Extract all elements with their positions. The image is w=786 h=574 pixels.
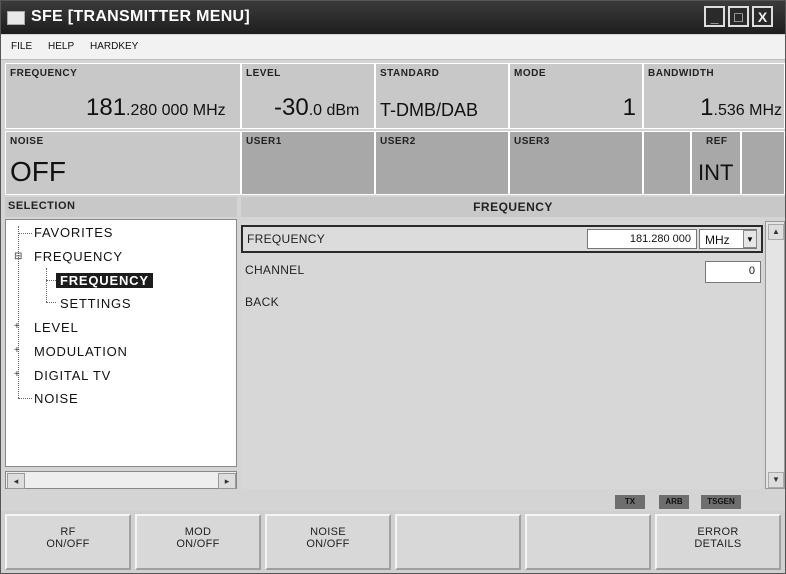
menu-hardkey[interactable]: HARDKEY — [90, 41, 138, 52]
ref-label: REF — [706, 136, 728, 147]
frequency-unit-value: MHz — [705, 233, 730, 247]
level-value: -30.0 dBm — [274, 94, 360, 121]
rf-onoff-button[interactable]: RF ON/OFF — [5, 514, 131, 570]
tree-item-noise[interactable]: NOISE — [34, 391, 78, 406]
scroll-down-icon[interactable]: ▼ — [768, 472, 784, 488]
softkey-bar: RF ON/OFF MOD ON/OFF NOISE ON/OFF ERROR DETA… — [1, 511, 785, 573]
scroll-up-icon[interactable]: ▲ — [768, 224, 784, 240]
menu-file[interactable]: FILE — [11, 41, 32, 52]
frequency-input[interactable]: 181.280 000 — [587, 229, 697, 249]
menu-help[interactable]: HELP — [48, 41, 74, 52]
scroll-right-icon[interactable]: ▸ — [218, 473, 236, 489]
standard-panel[interactable]: STANDARD T-DMB/DAB — [375, 63, 509, 129]
tree-line — [46, 280, 56, 281]
tree-line — [46, 268, 47, 302]
channel-input[interactable]: 0 — [705, 261, 761, 283]
bandwidth-value: 1.536 MHz — [700, 94, 782, 121]
minimize-icon[interactable]: _ — [704, 6, 725, 27]
title-bar[interactable]: SFE [TRANSMITTER MENU] _ □ X — [1, 1, 785, 34]
tree-item-frequency-sub[interactable]: FREQUENCY — [56, 273, 153, 288]
tree-item-level[interactable]: LEVEL — [34, 320, 78, 335]
user3-panel[interactable]: USER3 — [509, 131, 643, 195]
tree-item-digital-tv[interactable]: DIGITAL TV — [34, 368, 111, 383]
tree-item-favorites[interactable]: FAVORITES — [34, 225, 113, 240]
expand-icon[interactable]: + — [14, 321, 20, 332]
level-label: LEVEL — [246, 68, 281, 79]
frequency-settings-panel: FREQUENCY 181.280 000 MHz ▼ CHANNEL 0 BA… — [241, 221, 763, 489]
blank-panel — [643, 131, 691, 195]
tree-line — [46, 302, 56, 303]
maximize-icon[interactable]: □ — [728, 6, 749, 27]
transmitter-window: SFE [TRANSMITTER MENU] _ □ X FILE HELP H… — [0, 0, 786, 574]
bandwidth-label: BANDWIDTH — [648, 68, 715, 79]
frequency-row[interactable]: FREQUENCY 181.280 000 MHz ▼ — [241, 225, 763, 253]
arb-indicator: ARB — [659, 495, 689, 509]
content-header: FREQUENCY — [241, 197, 785, 217]
close-icon[interactable]: X — [752, 6, 773, 27]
noise-onoff-button[interactable]: NOISE ON/OFF — [265, 514, 391, 570]
frequency-row-label: FREQUENCY — [247, 232, 326, 246]
error-details-button[interactable]: ERROR DETAILS — [655, 514, 781, 570]
blank-panel-right — [741, 131, 785, 195]
back-item[interactable]: BACK — [245, 295, 279, 309]
user1-panel[interactable]: USER1 — [241, 131, 375, 195]
mode-value: 1 — [622, 94, 636, 121]
tree-line — [18, 233, 32, 234]
tree-horizontal-scrollbar[interactable]: ◂ ▸ — [5, 471, 237, 489]
user3-label: USER3 — [514, 136, 550, 147]
noise-value: OFF — [10, 156, 66, 187]
user1-label: USER1 — [246, 136, 282, 147]
mode-panel[interactable]: MODE 1 — [509, 63, 643, 129]
tree-item-frequency[interactable]: FREQUENCY — [34, 249, 123, 264]
standard-label: STANDARD — [380, 68, 440, 79]
tree-line — [18, 398, 32, 399]
frequency-panel[interactable]: FREQUENCY 181.280 000 MHz — [5, 63, 241, 129]
menu-bar: FILE HELP HARDKEY — [1, 35, 785, 60]
softkey-5-button[interactable] — [525, 514, 651, 570]
frequency-label: FREQUENCY — [10, 68, 78, 79]
selection-tree[interactable]: FAVORITES ⊟ FREQUENCY FREQUENCY SETTINGS… — [5, 219, 237, 467]
channel-row-label: CHANNEL — [245, 263, 305, 277]
bandwidth-panel[interactable]: BANDWIDTH 1.536 MHz — [643, 63, 785, 129]
tree-item-modulation[interactable]: MODULATION — [34, 344, 128, 359]
mode-label: MODE — [514, 68, 546, 79]
ref-value: INT — [698, 160, 734, 185]
user2-label: USER2 — [380, 136, 416, 147]
scroll-left-icon[interactable]: ◂ — [7, 473, 25, 489]
tree-item-settings[interactable]: SETTINGS — [60, 296, 131, 311]
tx-indicator: TX — [615, 495, 645, 509]
noise-panel[interactable]: NOISE OFF — [5, 131, 241, 195]
softkey-4-button[interactable] — [395, 514, 521, 570]
content-vertical-scrollbar[interactable]: ▲ ▼ — [765, 221, 785, 489]
user2-panel[interactable]: USER2 — [375, 131, 509, 195]
level-panel[interactable]: LEVEL -30.0 dBm — [241, 63, 375, 129]
noise-label: NOISE — [10, 136, 44, 147]
expand-icon[interactable]: + — [14, 345, 20, 356]
window-title: SFE [TRANSMITTER MENU] — [31, 8, 251, 25]
selection-header: SELECTION — [5, 197, 237, 217]
collapse-icon[interactable]: ⊟ — [14, 251, 22, 262]
frequency-value: 181.280 000 MHz — [86, 94, 226, 121]
standard-value: T-DMB/DAB — [380, 100, 479, 120]
app-icon — [7, 11, 25, 25]
ref-panel[interactable]: REF INT — [691, 131, 741, 195]
tsgen-indicator: TSGEN — [701, 495, 741, 509]
chevron-down-icon[interactable]: ▼ — [743, 230, 757, 248]
expand-icon[interactable]: + — [14, 369, 20, 380]
mod-onoff-button[interactable]: MOD ON/OFF — [135, 514, 261, 570]
